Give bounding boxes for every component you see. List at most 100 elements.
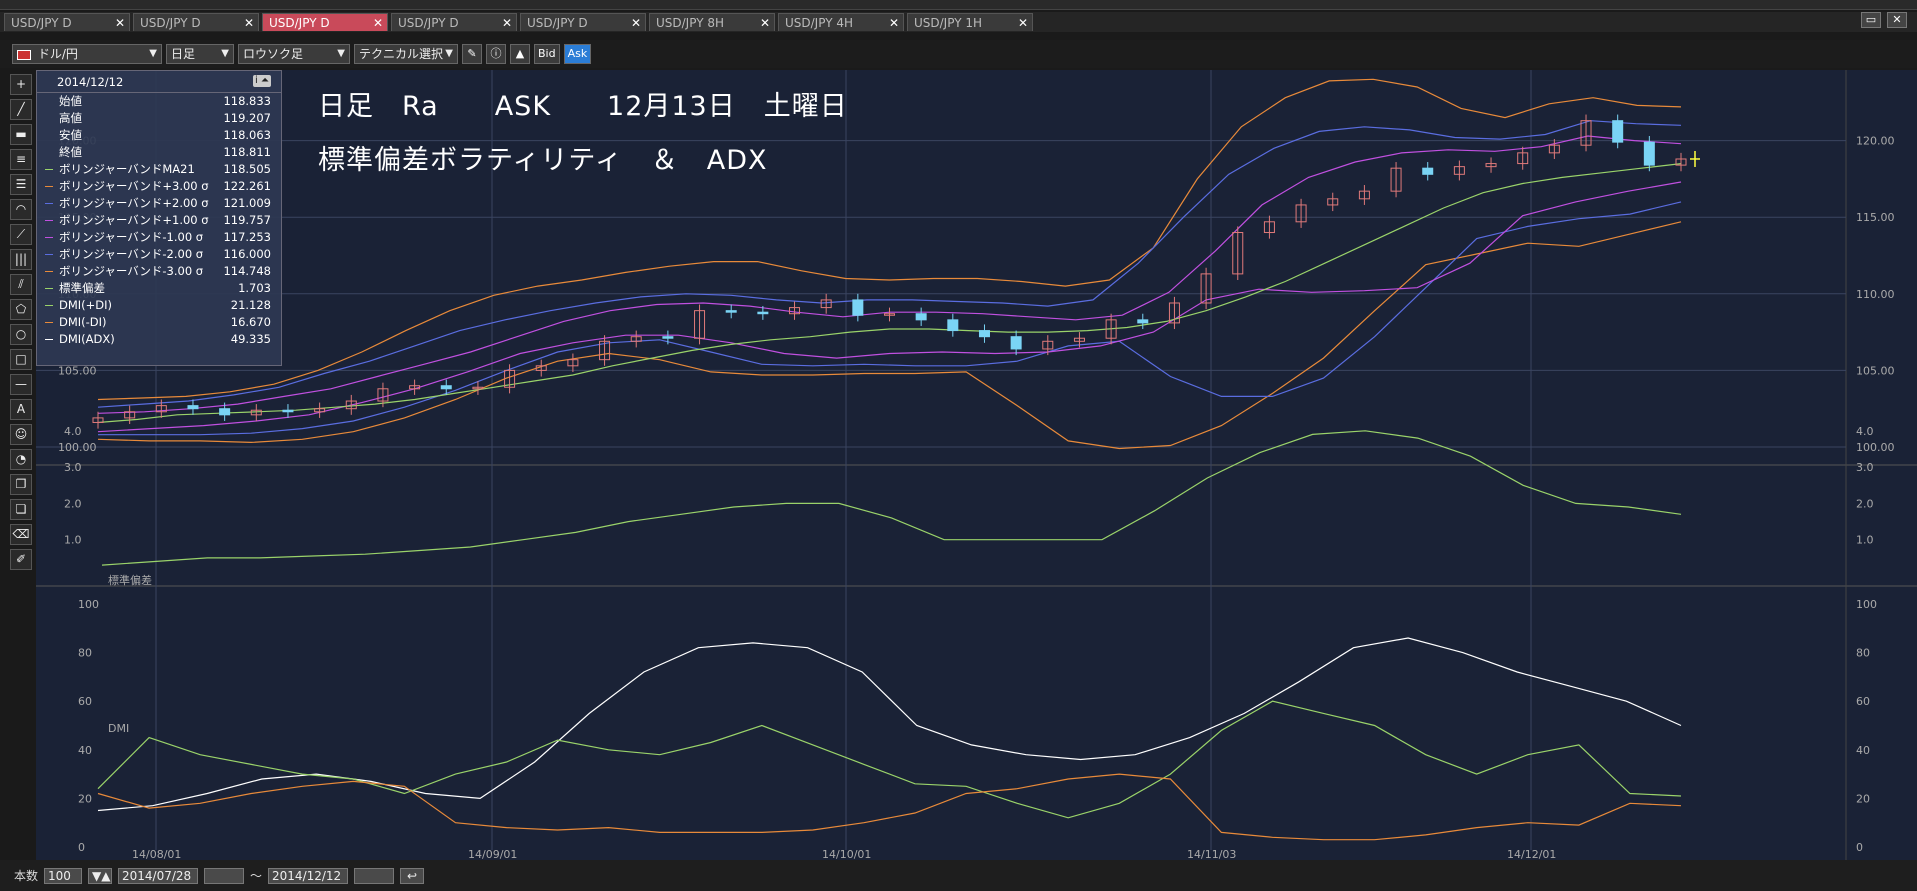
rect-tool[interactable]: □ xyxy=(10,349,32,370)
timeframe-select[interactable]: 日足 ▼ xyxy=(166,44,234,64)
pen-button[interactable]: ✎ xyxy=(462,44,482,64)
data-row: DMI(+DI) 21.128 xyxy=(37,297,281,314)
chevron-down-icon: ▼ xyxy=(337,48,345,59)
tab-7[interactable]: USD/JPY 1H ✕ xyxy=(907,13,1033,31)
bid-button[interactable]: Bid xyxy=(534,44,560,64)
tab-1[interactable]: USD/JPY D ✕ xyxy=(133,13,259,31)
data-row-value: 118.833 xyxy=(223,94,271,108)
tab-label: USD/JPY D xyxy=(269,16,330,30)
chevron-down-icon: ▼ xyxy=(149,48,157,59)
tab-bar: USD/JPY D ✕ USD/JPY D ✕ USD/JPY D ✕ USD/JPY D ✕… xyxy=(0,12,1917,32)
toolbar: ドル/円 ▼ 日足 ▼ ロウソク足 ▼ テクニカル選択 ▼ ✎ ⓘ ▲ Bid … xyxy=(0,40,1917,68)
fib-tool[interactable]: ☰ xyxy=(10,174,32,195)
dmi-tick-label-left: 40 xyxy=(78,744,92,757)
price-tick-label-right: 125.00 xyxy=(1856,70,1895,71)
data-row-label: ボリンジャーバンド-1.00 σ xyxy=(59,230,204,244)
series-color-swatch xyxy=(45,271,53,272)
tab-3[interactable]: USD/JPY D ✕ xyxy=(391,13,517,31)
data-row: ボリンジャーバンドMA21 118.505 xyxy=(37,161,281,178)
data-row: 終値 118.811 xyxy=(37,144,281,161)
data-row-label: 高値 xyxy=(59,111,82,125)
close-icon[interactable]: ✕ xyxy=(760,14,770,32)
tab-0[interactable]: USD/JPY D ✕ xyxy=(4,13,130,31)
technical-select[interactable]: テクニカル選択 ▼ xyxy=(354,44,458,64)
data-row-value: 119.757 xyxy=(223,213,271,227)
mountain-button[interactable]: ▲ xyxy=(510,44,530,64)
top-strip xyxy=(0,0,1917,10)
date-from-input[interactable]: 2014/07/28 xyxy=(118,867,199,884)
data-row-label: ボリンジャーバンド-2.00 σ xyxy=(59,247,204,261)
close-icon[interactable]: ✕ xyxy=(115,14,125,32)
text-tool[interactable]: A xyxy=(10,399,32,420)
close-icon[interactable]: ✕ xyxy=(889,14,899,32)
arc-tool[interactable]: ◠ xyxy=(10,199,32,220)
candle-body xyxy=(1643,141,1655,166)
tab-4[interactable]: USD/JPY D ✕ xyxy=(520,13,646,31)
chart-area[interactable]: 125.00125.00120.00120.00115.00115.00110.… xyxy=(36,70,1917,860)
close-icon[interactable]: ✕ xyxy=(373,14,383,32)
pair-select[interactable]: ドル/円 ▼ xyxy=(12,44,162,64)
chart-type-select[interactable]: ロウソク足 ▼ xyxy=(238,44,350,64)
data-window-header: 2014/12/12 i ⏶ xyxy=(37,71,281,93)
ruler-tool[interactable]: ▬ xyxy=(10,124,32,145)
price-tick-label-left: 105.00 xyxy=(58,364,97,377)
stddev-tick-label-left: 4.0 xyxy=(64,425,82,438)
tab-label: USD/JPY D xyxy=(11,16,72,30)
window-controls: ▭ ✕ xyxy=(1861,12,1907,28)
mountain-chart-icon: ▲ xyxy=(515,47,525,60)
pentagon-tool[interactable]: ⬠ xyxy=(10,299,32,320)
fan-tool[interactable]: ⟋ xyxy=(10,224,32,245)
edit-icon: ✐ xyxy=(15,552,27,566)
circle-tool[interactable]: ○ xyxy=(10,324,32,345)
count-stepper[interactable]: ▼▲ xyxy=(88,867,113,884)
restore-button[interactable]: ▭ xyxy=(1861,12,1881,28)
eraser-tool[interactable]: ⌫ xyxy=(10,524,32,545)
data-row-label: 始値 xyxy=(59,94,82,108)
hline-tool[interactable]: — xyxy=(10,374,32,395)
data-row-label: ボリンジャーバンド+2.00 σ xyxy=(59,196,209,210)
data-row: ボリンジャーバンド+2.00 σ 121.009 xyxy=(37,195,281,212)
stddev-tick-label-right: 3.0 xyxy=(1856,461,1874,474)
emoji-tool[interactable]: ☺ xyxy=(10,424,32,445)
hline-icon: — xyxy=(15,377,27,391)
data-row-value: 114.748 xyxy=(223,264,271,278)
reset-button[interactable]: ↩ xyxy=(400,867,425,884)
candle-body xyxy=(852,299,864,316)
data-row-value: 122.261 xyxy=(223,179,271,193)
tab-5[interactable]: USD/JPY 8H ✕ xyxy=(649,13,775,31)
data-window: 2014/12/12 i ⏶ 始値 118.833 高値 119.207 安値 118.0… xyxy=(36,70,282,366)
vlines-tool[interactable]: ||| xyxy=(10,249,32,270)
channel-icon: ⫽ xyxy=(18,277,24,291)
close-icon[interactable]: ✕ xyxy=(502,14,512,32)
copy-tool[interactable]: ❐ xyxy=(10,474,32,495)
tab-6[interactable]: USD/JPY 4H ✕ xyxy=(778,13,904,31)
channel-tool[interactable]: ⫽ xyxy=(10,274,32,295)
dmi-tick-label-right: 0 xyxy=(1856,841,1863,854)
time-from-input[interactable] xyxy=(204,867,245,884)
edit-tool[interactable]: ✐ xyxy=(10,549,32,570)
date-to-input[interactable]: 2014/12/12 xyxy=(268,867,349,884)
data-window-rows: 始値 118.833 高値 119.207 安値 118.063 終値 118.811 ボリンジ… xyxy=(37,93,281,348)
data-row-label: ボリンジャーバンド-3.00 σ xyxy=(59,264,204,278)
close-icon[interactable]: ✕ xyxy=(1018,14,1028,32)
close-window-button[interactable]: ✕ xyxy=(1887,12,1907,28)
time-to-input[interactable] xyxy=(354,867,395,884)
pentagon-icon: ⬠ xyxy=(15,302,27,316)
clock-tool[interactable]: ◔ xyxy=(10,449,32,470)
paste-tool[interactable]: ❏ xyxy=(10,499,32,520)
info-toggle-icon[interactable]: i ⏶ xyxy=(253,75,271,87)
ask-button[interactable]: Ask xyxy=(563,44,592,64)
trendline-tool[interactable]: ╱ xyxy=(10,99,32,120)
close-icon[interactable]: ✕ xyxy=(244,14,254,32)
candle-body xyxy=(1137,319,1149,324)
tab-2[interactable]: USD/JPY D ✕ xyxy=(262,13,388,31)
close-icon[interactable]: ✕ xyxy=(631,14,641,32)
stddev-tick-label-right: 2.0 xyxy=(1856,497,1874,510)
count-input[interactable]: 100 xyxy=(44,867,83,884)
crosshair-tool[interactable]: + xyxy=(10,74,32,95)
info-button[interactable]: ⓘ xyxy=(486,44,506,64)
data-row-value: 118.063 xyxy=(223,128,271,142)
dmi-tick-label-left: 60 xyxy=(78,695,92,708)
pen-icon: ✎ xyxy=(467,47,477,60)
hlines-tool[interactable]: ≡ xyxy=(10,149,32,170)
